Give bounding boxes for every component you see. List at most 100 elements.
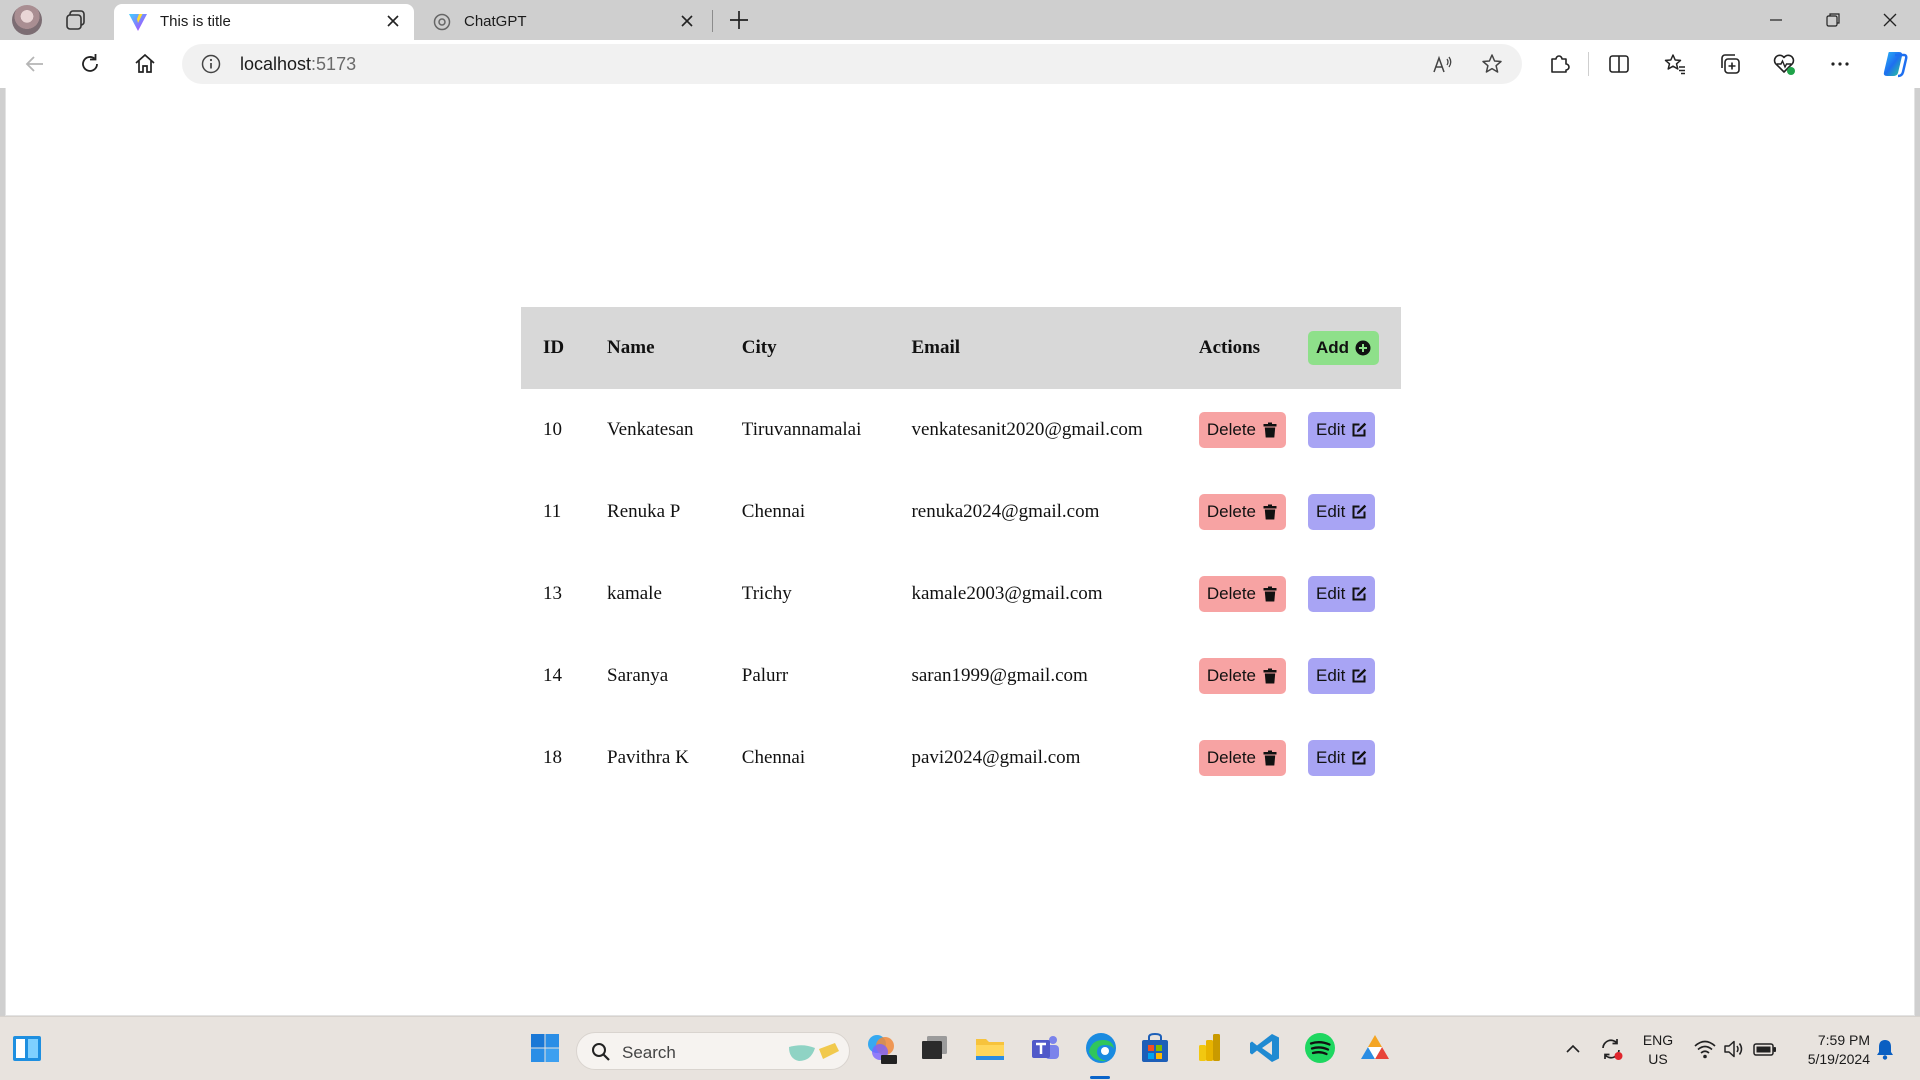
- search-icon: [592, 1043, 610, 1061]
- sync-icon[interactable]: [1598, 1036, 1624, 1062]
- column-header-name: Name: [607, 337, 655, 358]
- cell-name: Pavithra K: [607, 747, 689, 768]
- delete-button-label: Delete: [1206, 748, 1256, 767]
- edit-button-label: Edit: [1316, 502, 1346, 521]
- column-header-actions: Actions: [1198, 337, 1261, 358]
- delete-button[interactable]: Delete: [1198, 412, 1286, 448]
- favorite-star-icon[interactable]: [1480, 52, 1504, 76]
- region-label: US: [1648, 1051, 1668, 1067]
- address-bar[interactable]: localhost:5173: [182, 44, 1522, 84]
- profile-avatar[interactable]: [12, 5, 42, 35]
- task-view-icon[interactable]: [918, 1031, 952, 1065]
- clock-time: 7:59 PM: [1817, 1032, 1870, 1048]
- edit-icon: [1352, 586, 1367, 601]
- taskbar-search[interactable]: Search: [576, 1032, 850, 1070]
- clock[interactable]: 7:59 PM 5/19/2024: [1792, 1031, 1870, 1069]
- vscode-icon[interactable]: [1248, 1031, 1282, 1065]
- edit-button[interactable]: Edit: [1308, 412, 1376, 448]
- cell-city: Palurr: [741, 665, 789, 686]
- delete-button-label: Delete: [1206, 584, 1256, 603]
- delete-button[interactable]: Delete: [1198, 576, 1286, 612]
- edit-button[interactable]: Edit: [1308, 576, 1376, 612]
- search-highlight-icon: [789, 1043, 839, 1061]
- cell-id: 10: [543, 419, 562, 440]
- tab-this-is-title[interactable]: This is title: [114, 4, 414, 40]
- cell-name: Saranya: [607, 665, 669, 686]
- volume-icon[interactable]: [1722, 1037, 1746, 1061]
- edge-icon[interactable]: [1083, 1030, 1119, 1066]
- widgets-icon[interactable]: [10, 1031, 44, 1065]
- cell-name: kamale: [607, 583, 662, 604]
- spotify-icon[interactable]: [1303, 1031, 1337, 1065]
- file-explorer-icon[interactable]: [973, 1031, 1007, 1065]
- power-bi-icon[interactable]: [1193, 1031, 1227, 1065]
- delete-button[interactable]: Delete: [1198, 658, 1286, 694]
- plus-circle-icon: [1355, 340, 1371, 356]
- browser-essentials-icon[interactable]: [1771, 51, 1797, 77]
- copilot-preview-icon[interactable]: [864, 1031, 898, 1065]
- close-window-icon[interactable]: [1870, 4, 1910, 36]
- cell-city: Chennai: [741, 747, 806, 768]
- address-url: localhost:5173: [240, 54, 357, 74]
- notifications-bell-icon[interactable]: [1874, 1037, 1896, 1061]
- column-header-email: Email: [911, 337, 961, 358]
- back-arrow-icon[interactable]: [22, 51, 48, 77]
- tab-strip: This is title ChatGPT: [0, 0, 1920, 40]
- trash-icon: [1263, 750, 1277, 766]
- restore-icon[interactable]: [1812, 4, 1852, 36]
- browser-toolbar: localhost:5173: [0, 40, 1920, 88]
- wifi-icon[interactable]: [1693, 1037, 1717, 1061]
- chatgpt-icon: [433, 13, 451, 31]
- workspaces-icon[interactable]: [63, 7, 89, 33]
- delete-button-label: Delete: [1206, 666, 1256, 685]
- table-row: 14 Saranya Palurr saran1999@gmail.com De…: [521, 635, 1401, 717]
- language-label: ENG: [1642, 1032, 1674, 1048]
- copilot-icon[interactable]: [1880, 49, 1910, 79]
- edit-button[interactable]: Edit: [1308, 658, 1376, 694]
- extensions-icon[interactable]: [1546, 51, 1572, 77]
- site-info-icon[interactable]: [200, 53, 222, 75]
- add-button[interactable]: Add: [1308, 331, 1380, 365]
- delete-button[interactable]: Delete: [1198, 740, 1286, 776]
- table-body: 10 Venkatesan Tiruvannamalai venkatesani…: [521, 389, 1401, 799]
- edit-button[interactable]: Edit: [1308, 494, 1376, 530]
- delete-button[interactable]: Delete: [1198, 494, 1286, 530]
- cell-email: saran1999@gmail.com: [911, 665, 1088, 686]
- photos-app-icon[interactable]: [1358, 1031, 1392, 1065]
- split-screen-icon[interactable]: [1606, 51, 1632, 77]
- cell-city: Trichy: [741, 583, 792, 604]
- start-windows-icon[interactable]: [528, 1031, 562, 1065]
- cell-name: Venkatesan: [607, 419, 694, 440]
- vite-logo-icon: [129, 14, 147, 31]
- refresh-icon[interactable]: [77, 51, 103, 77]
- cell-id: 18: [543, 747, 562, 768]
- more-options-icon[interactable]: [1827, 51, 1853, 77]
- minimize-icon[interactable]: [1756, 4, 1796, 36]
- close-tab-icon[interactable]: [676, 10, 698, 32]
- edit-button[interactable]: Edit: [1308, 740, 1376, 776]
- cell-email: venkatesanit2020@gmail.com: [911, 419, 1143, 440]
- chevron-up-icon[interactable]: [1562, 1038, 1584, 1060]
- new-tab-icon[interactable]: [726, 7, 752, 33]
- clock-date: 5/19/2024: [1807, 1051, 1870, 1067]
- close-tab-icon[interactable]: [382, 10, 404, 32]
- trash-icon: [1263, 668, 1277, 684]
- delete-button-label: Delete: [1206, 502, 1256, 521]
- home-icon[interactable]: [132, 51, 158, 77]
- teams-icon[interactable]: [1028, 1031, 1062, 1065]
- microsoft-store-icon[interactable]: [1138, 1031, 1172, 1065]
- tab-chatgpt[interactable]: ChatGPT: [418, 4, 708, 40]
- favorites-icon[interactable]: [1662, 51, 1688, 77]
- cell-email: pavi2024@gmail.com: [911, 747, 1081, 768]
- active-app-indicator: [1090, 1076, 1110, 1079]
- battery-icon[interactable]: [1752, 1037, 1778, 1061]
- search-placeholder: Search: [622, 1043, 676, 1062]
- trash-icon: [1263, 586, 1277, 602]
- table-row: 13 kamale Trichy kamale2003@gmail.com De…: [521, 553, 1401, 635]
- table-header-row: ID Name City Email Actions Add: [521, 307, 1401, 389]
- input-language[interactable]: ENG US: [1640, 1031, 1676, 1069]
- collections-icon[interactable]: [1717, 51, 1743, 77]
- table-row: 10 Venkatesan Tiruvannamalai venkatesani…: [521, 389, 1401, 471]
- edit-icon: [1352, 422, 1367, 437]
- read-aloud-icon[interactable]: [1430, 53, 1454, 77]
